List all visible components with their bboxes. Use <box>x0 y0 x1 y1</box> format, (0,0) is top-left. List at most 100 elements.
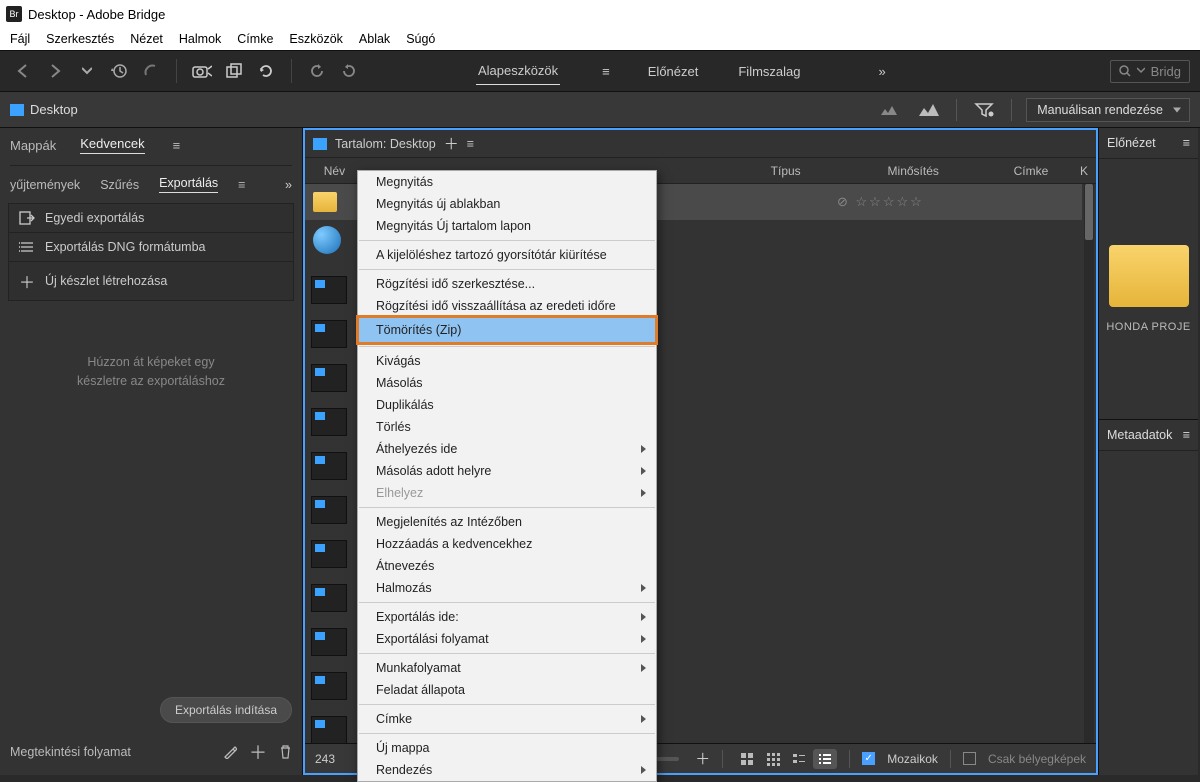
tab-filter[interactable]: Szűrés <box>100 178 139 192</box>
context-menu-item[interactable]: Másolás <box>358 372 656 394</box>
copy-stack-icon[interactable] <box>221 58 247 84</box>
thumb-large-icon[interactable] <box>916 97 942 123</box>
panel-menu-icon[interactable]: ≡ <box>467 137 474 151</box>
mozaikok-checkbox[interactable]: ✓ <box>862 752 875 765</box>
context-menu-item[interactable]: Feladat állapota <box>358 679 656 701</box>
workspace-filmstrip[interactable]: Filmszalag <box>736 58 802 85</box>
camera-import-icon[interactable] <box>189 58 215 84</box>
history-button[interactable] <box>106 58 132 84</box>
thumbnail[interactable] <box>311 496 347 524</box>
view-details[interactable] <box>787 749 811 769</box>
export-new-preset[interactable]: ＋ Új készlet létrehozása <box>9 262 293 300</box>
menu-help[interactable]: Súgó <box>400 30 441 48</box>
edit-icon[interactable] <box>223 745 237 759</box>
add-tab-icon[interactable]: ＋ <box>444 133 459 154</box>
delete-icon[interactable] <box>279 745 292 759</box>
context-menu-item[interactable]: Hozzáadás a kedvencekhez <box>358 533 656 555</box>
workspace-essentials[interactable]: Alapeszközök <box>476 57 560 85</box>
context-menu-item[interactable]: Tömörítés (Zip) <box>358 317 656 343</box>
menu-view[interactable]: Nézet <box>124 30 169 48</box>
add-icon[interactable]: ＋ <box>249 739 267 765</box>
scroll-track[interactable] <box>10 160 292 166</box>
col-name[interactable]: Név <box>305 164 364 178</box>
export-custom[interactable]: Egyedi exportálás <box>9 204 293 233</box>
breadcrumb[interactable]: Desktop <box>10 102 78 117</box>
thumbnail[interactable] <box>311 276 347 304</box>
panel-menu-icon[interactable]: ≡ <box>173 138 181 153</box>
refresh-icon[interactable] <box>253 58 279 84</box>
col-rating[interactable]: Minősítés <box>845 164 982 178</box>
view-list[interactable] <box>813 749 837 769</box>
context-menu-item[interactable]: Megnyitás új ablakban <box>358 193 656 215</box>
thumbnail[interactable] <box>311 584 347 612</box>
thumbnail[interactable] <box>311 364 347 392</box>
context-menu-item[interactable]: Átnevezés <box>358 555 656 577</box>
context-menu-item[interactable]: Rögzítési idő szerkesztése... <box>358 273 656 295</box>
menu-label[interactable]: Címke <box>231 30 279 48</box>
thumbnail[interactable] <box>311 672 347 700</box>
context-menu-item[interactable]: Másolás adott helyre <box>358 460 656 482</box>
panel-menu-icon[interactable]: ≡ <box>1183 136 1190 150</box>
context-menu-item[interactable]: Megnyitás <box>358 171 656 193</box>
menu-window[interactable]: Ablak <box>353 30 396 48</box>
context-menu-item[interactable]: Törlés <box>358 416 656 438</box>
menu-stacks[interactable]: Halmok <box>173 30 227 48</box>
thumbs-only-checkbox[interactable] <box>963 752 976 765</box>
tab-export[interactable]: Exportálás <box>159 176 218 193</box>
export-dng[interactable]: Exportálás DNG formátumba <box>9 233 293 262</box>
thumbnail[interactable] <box>311 452 347 480</box>
vertical-scrollbar[interactable] <box>1084 184 1094 743</box>
context-menu-separator <box>359 653 655 654</box>
view-grid-small[interactable] <box>761 749 785 769</box>
rating-stars[interactable]: ⊘ ☆☆☆☆☆ <box>837 194 924 210</box>
context-menu-item[interactable]: Halmozás <box>358 577 656 599</box>
menu-edit[interactable]: Szerkesztés <box>40 30 120 48</box>
thumbnail[interactable] <box>311 320 347 348</box>
context-menu-item[interactable]: A kijelöléshez tartozó gyorsítótár kiürí… <box>358 244 656 266</box>
col-label[interactable]: Címke <box>982 164 1080 178</box>
context-menu-item[interactable]: Új mappa <box>358 737 656 759</box>
context-menu-item[interactable]: Duplikálás <box>358 394 656 416</box>
boomerang-icon[interactable] <box>138 58 164 84</box>
nav-back-button[interactable] <box>10 58 36 84</box>
thumbnail[interactable] <box>311 716 347 743</box>
thumb-small-icon[interactable] <box>876 97 902 123</box>
filter-funnel-icon[interactable] <box>971 97 997 123</box>
globe-icon[interactable] <box>313 226 341 254</box>
sort-dropdown[interactable]: Manuálisan rendezése <box>1026 98 1190 122</box>
workspace-preview[interactable]: Előnézet <box>646 58 701 85</box>
context-menu-item[interactable]: Megnyitás Új tartalom lapon <box>358 215 656 237</box>
tab-folders[interactable]: Mappák <box>10 138 56 153</box>
menu-file[interactable]: Fájl <box>4 30 36 48</box>
context-menu-item[interactable]: Exportálás ide: <box>358 606 656 628</box>
thumbnail[interactable] <box>311 540 347 568</box>
panel-menu-icon[interactable]: ≡ <box>238 178 245 192</box>
view-grid-large[interactable] <box>735 749 759 769</box>
workspace-more-icon[interactable]: » <box>878 64 887 79</box>
context-menu-item[interactable]: Megjelenítés az Intézőben <box>358 511 656 533</box>
col-type[interactable]: Típus <box>727 164 845 178</box>
thumbnail[interactable] <box>311 628 347 656</box>
context-menu-item[interactable]: Kivágás <box>358 350 656 372</box>
slider-plus-icon[interactable]: ＋ <box>695 748 710 769</box>
rotate-ccw-icon[interactable] <box>304 58 330 84</box>
more-tabs-icon[interactable]: » <box>285 178 292 192</box>
context-menu-item[interactable]: Címke <box>358 708 656 730</box>
tab-collections[interactable]: yűjtemények <box>10 178 80 192</box>
thumbnail[interactable] <box>311 408 347 436</box>
context-menu-item[interactable]: Munkafolyamat <box>358 657 656 679</box>
search-input[interactable]: Bridg <box>1110 60 1190 83</box>
panel-menu-icon[interactable]: ≡ <box>1183 428 1190 442</box>
rotate-cw-icon[interactable] <box>336 58 362 84</box>
start-export-button[interactable]: Exportálás indítása <box>160 697 292 723</box>
tab-favorites[interactable]: Kedvencek <box>80 136 144 154</box>
col-k[interactable]: K <box>1080 164 1096 178</box>
nav-dropdown-icon[interactable] <box>74 58 100 84</box>
context-menu-item[interactable]: Rögzítési idő visszaállítása az eredeti … <box>358 295 656 317</box>
context-menu-item[interactable]: Rendezés <box>358 759 656 781</box>
context-menu-item[interactable]: Áthelyezés ide <box>358 438 656 460</box>
context-menu-item[interactable]: Exportálási folyamat <box>358 628 656 650</box>
workspace-menu-icon[interactable]: ≡ <box>602 64 610 79</box>
menu-tools[interactable]: Eszközök <box>283 30 349 48</box>
nav-forward-button[interactable] <box>42 58 68 84</box>
